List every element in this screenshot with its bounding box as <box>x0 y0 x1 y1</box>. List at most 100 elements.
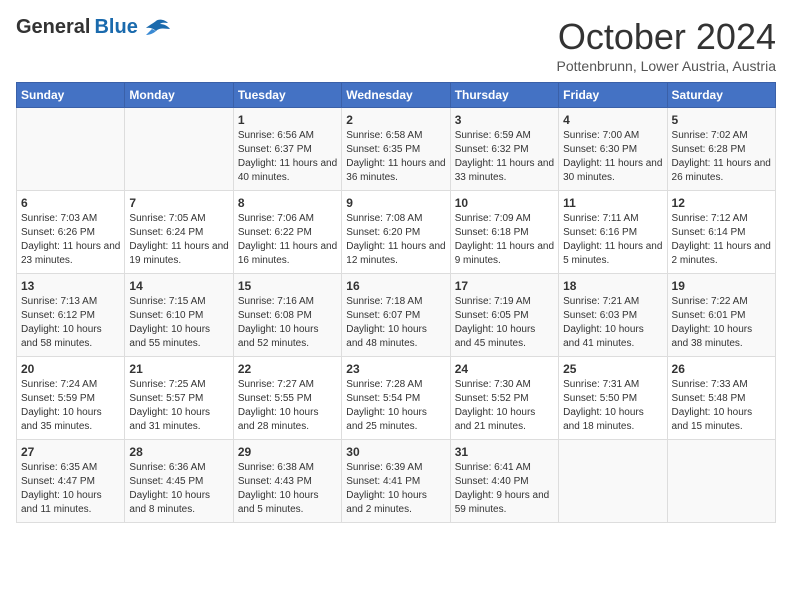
calendar-cell: 13Sunrise: 7:13 AM Sunset: 6:12 PM Dayli… <box>17 274 125 357</box>
day-number: 14 <box>129 279 228 293</box>
day-number: 11 <box>563 196 662 210</box>
day-number: 3 <box>455 113 554 127</box>
calendar-cell: 16Sunrise: 7:18 AM Sunset: 6:07 PM Dayli… <box>342 274 450 357</box>
day-number: 21 <box>129 362 228 376</box>
day-info: Sunrise: 7:16 AM Sunset: 6:08 PM Dayligh… <box>238 295 337 351</box>
calendar-cell: 22 Sunrise: 7:27 AM Sunset: 5:55 PM Dayli… <box>233 357 341 440</box>
calendar-cell: 5Sunrise: 7:02 AM Sunset: 6:28 PM Daylig… <box>667 108 775 191</box>
calendar-cell: 2 Sunrise: 6:58 AM Sunset: 6:35 PM Daylig… <box>342 108 450 191</box>
calendar-cell: 10 Sunrise: 7:09 AM Sunset: 6:18 PM Dayli… <box>450 191 558 274</box>
calendar-cell: 19 Sunrise: 7:22 AM Sunset: 6:01 PM Dayli… <box>667 274 775 357</box>
day-header-wednesday: Wednesday <box>342 83 450 108</box>
day-number: 24 <box>455 362 554 376</box>
calendar-cell: 30Sunrise: 6:39 AM Sunset: 4:41 PM Dayli… <box>342 440 450 523</box>
day-number: 18 <box>563 279 662 293</box>
calendar-cell: 1 Sunrise: 6:56 AM Sunset: 6:37 PM Daylig… <box>233 108 341 191</box>
day-info: Sunrise: 6:59 AM Sunset: 6:32 PM Dayligh… <box>455 129 554 185</box>
logo-blue-text: Blue <box>94 16 137 39</box>
day-info: Sunrise: 7:33 AM Sunset: 5:48 PM Dayligh… <box>672 378 771 434</box>
calendar-cell: 29 Sunrise: 6:38 AM Sunset: 4:43 PM Dayli… <box>233 440 341 523</box>
day-info: Sunrise: 7:05 AM Sunset: 6:24 PM Dayligh… <box>129 212 228 268</box>
day-number: 12 <box>672 196 771 210</box>
calendar-cell: 18 Sunrise: 7:21 AM Sunset: 6:03 PM Dayli… <box>559 274 667 357</box>
calendar-cell: 28 Sunrise: 6:36 AM Sunset: 4:45 PM Dayli… <box>125 440 233 523</box>
logo-general-text: General <box>16 16 90 39</box>
day-info: Sunrise: 7:08 AM Sunset: 6:20 PM Dayligh… <box>346 212 445 268</box>
day-info: Sunrise: 6:56 AM Sunset: 6:37 PM Dayligh… <box>238 129 337 185</box>
calendar-table: SundayMondayTuesdayWednesdayThursdayFrid… <box>16 82 776 523</box>
calendar-week-1: 1 Sunrise: 6:56 AM Sunset: 6:37 PM Daylig… <box>17 108 776 191</box>
calendar-cell: 24Sunrise: 7:30 AM Sunset: 5:52 PM Dayli… <box>450 357 558 440</box>
day-number: 22 <box>238 362 337 376</box>
calendar-cell: 3 Sunrise: 6:59 AM Sunset: 6:32 PM Daylig… <box>450 108 558 191</box>
day-info: Sunrise: 7:21 AM Sunset: 6:03 PM Dayligh… <box>563 295 662 351</box>
calendar-cell: 11 Sunrise: 7:11 AM Sunset: 6:16 PM Dayli… <box>559 191 667 274</box>
calendar-cell: 14 Sunrise: 7:15 AM Sunset: 6:10 PM Dayli… <box>125 274 233 357</box>
day-info: Sunrise: 6:35 AM Sunset: 4:47 PM Dayligh… <box>21 461 120 517</box>
day-info: Sunrise: 7:28 AM Sunset: 5:54 PM Dayligh… <box>346 378 445 434</box>
day-info: Sunrise: 7:06 AM Sunset: 6:22 PM Dayligh… <box>238 212 337 268</box>
day-number: 1 <box>238 113 337 127</box>
day-info: Sunrise: 6:39 AM Sunset: 4:41 PM Dayligh… <box>346 461 445 517</box>
day-number: 29 <box>238 445 337 459</box>
calendar-cell: 25Sunrise: 7:31 AM Sunset: 5:50 PM Dayli… <box>559 357 667 440</box>
day-header-friday: Friday <box>559 83 667 108</box>
day-number: 2 <box>346 113 445 127</box>
day-number: 13 <box>21 279 120 293</box>
day-number: 23 <box>346 362 445 376</box>
day-info: Sunrise: 7:25 AM Sunset: 5:57 PM Dayligh… <box>129 378 228 434</box>
day-number: 27 <box>21 445 120 459</box>
calendar-cell <box>559 440 667 523</box>
day-header-tuesday: Tuesday <box>233 83 341 108</box>
day-number: 31 <box>455 445 554 459</box>
calendar-cell <box>17 108 125 191</box>
page-header: General Blue October 2024 Pottenbrunn, L… <box>16 16 776 74</box>
title-block: October 2024 Pottenbrunn, Lower Austria,… <box>557 16 776 74</box>
day-info: Sunrise: 7:11 AM Sunset: 6:16 PM Dayligh… <box>563 212 662 268</box>
day-info: Sunrise: 6:58 AM Sunset: 6:35 PM Dayligh… <box>346 129 445 185</box>
calendar-cell: 6Sunrise: 7:03 AM Sunset: 6:26 PM Daylig… <box>17 191 125 274</box>
calendar-cell: 8Sunrise: 7:06 AM Sunset: 6:22 PM Daylig… <box>233 191 341 274</box>
calendar-cell <box>125 108 233 191</box>
calendar-cell: 7 Sunrise: 7:05 AM Sunset: 6:24 PM Daylig… <box>125 191 233 274</box>
calendar-cell: 20Sunrise: 7:24 AM Sunset: 5:59 PM Dayli… <box>17 357 125 440</box>
calendar-cell: 21 Sunrise: 7:25 AM Sunset: 5:57 PM Dayli… <box>125 357 233 440</box>
day-info: Sunrise: 7:24 AM Sunset: 5:59 PM Dayligh… <box>21 378 120 434</box>
day-info: Sunrise: 6:36 AM Sunset: 4:45 PM Dayligh… <box>129 461 228 517</box>
calendar-week-3: 13Sunrise: 7:13 AM Sunset: 6:12 PM Dayli… <box>17 274 776 357</box>
calendar-cell: 17Sunrise: 7:19 AM Sunset: 6:05 PM Dayli… <box>450 274 558 357</box>
location-title: Pottenbrunn, Lower Austria, Austria <box>557 58 776 74</box>
day-header-thursday: Thursday <box>450 83 558 108</box>
day-number: 19 <box>672 279 771 293</box>
calendar-week-5: 27 Sunrise: 6:35 AM Sunset: 4:47 PM Dayli… <box>17 440 776 523</box>
calendar-cell: 15Sunrise: 7:16 AM Sunset: 6:08 PM Dayli… <box>233 274 341 357</box>
calendar-week-4: 20Sunrise: 7:24 AM Sunset: 5:59 PM Dayli… <box>17 357 776 440</box>
day-info: Sunrise: 6:38 AM Sunset: 4:43 PM Dayligh… <box>238 461 337 517</box>
day-header-sunday: Sunday <box>17 83 125 108</box>
calendar-cell: 9Sunrise: 7:08 AM Sunset: 6:20 PM Daylig… <box>342 191 450 274</box>
calendar-cell <box>667 440 775 523</box>
calendar-cell: 27 Sunrise: 6:35 AM Sunset: 4:47 PM Dayli… <box>17 440 125 523</box>
calendar-cell: 31 Sunrise: 6:41 AM Sunset: 4:40 PM Dayli… <box>450 440 558 523</box>
day-header-saturday: Saturday <box>667 83 775 108</box>
day-info: Sunrise: 7:22 AM Sunset: 6:01 PM Dayligh… <box>672 295 771 351</box>
day-number: 25 <box>563 362 662 376</box>
day-number: 28 <box>129 445 228 459</box>
calendar-cell: 23 Sunrise: 7:28 AM Sunset: 5:54 PM Dayli… <box>342 357 450 440</box>
day-number: 10 <box>455 196 554 210</box>
day-info: Sunrise: 7:03 AM Sunset: 6:26 PM Dayligh… <box>21 212 120 268</box>
calendar-cell: 12Sunrise: 7:12 AM Sunset: 6:14 PM Dayli… <box>667 191 775 274</box>
day-header-monday: Monday <box>125 83 233 108</box>
day-info: Sunrise: 7:27 AM Sunset: 5:55 PM Dayligh… <box>238 378 337 434</box>
calendar-cell: 26Sunrise: 7:33 AM Sunset: 5:48 PM Dayli… <box>667 357 775 440</box>
day-info: Sunrise: 7:15 AM Sunset: 6:10 PM Dayligh… <box>129 295 228 351</box>
day-number: 5 <box>672 113 771 127</box>
day-info: Sunrise: 7:19 AM Sunset: 6:05 PM Dayligh… <box>455 295 554 351</box>
day-info: Sunrise: 6:41 AM Sunset: 4:40 PM Dayligh… <box>455 461 554 517</box>
month-title: October 2024 <box>557 16 776 58</box>
day-info: Sunrise: 7:09 AM Sunset: 6:18 PM Dayligh… <box>455 212 554 268</box>
logo-bird-icon <box>142 18 170 38</box>
calendar-cell: 4Sunrise: 7:00 AM Sunset: 6:30 PM Daylig… <box>559 108 667 191</box>
day-info: Sunrise: 7:00 AM Sunset: 6:30 PM Dayligh… <box>563 129 662 185</box>
day-number: 7 <box>129 196 228 210</box>
